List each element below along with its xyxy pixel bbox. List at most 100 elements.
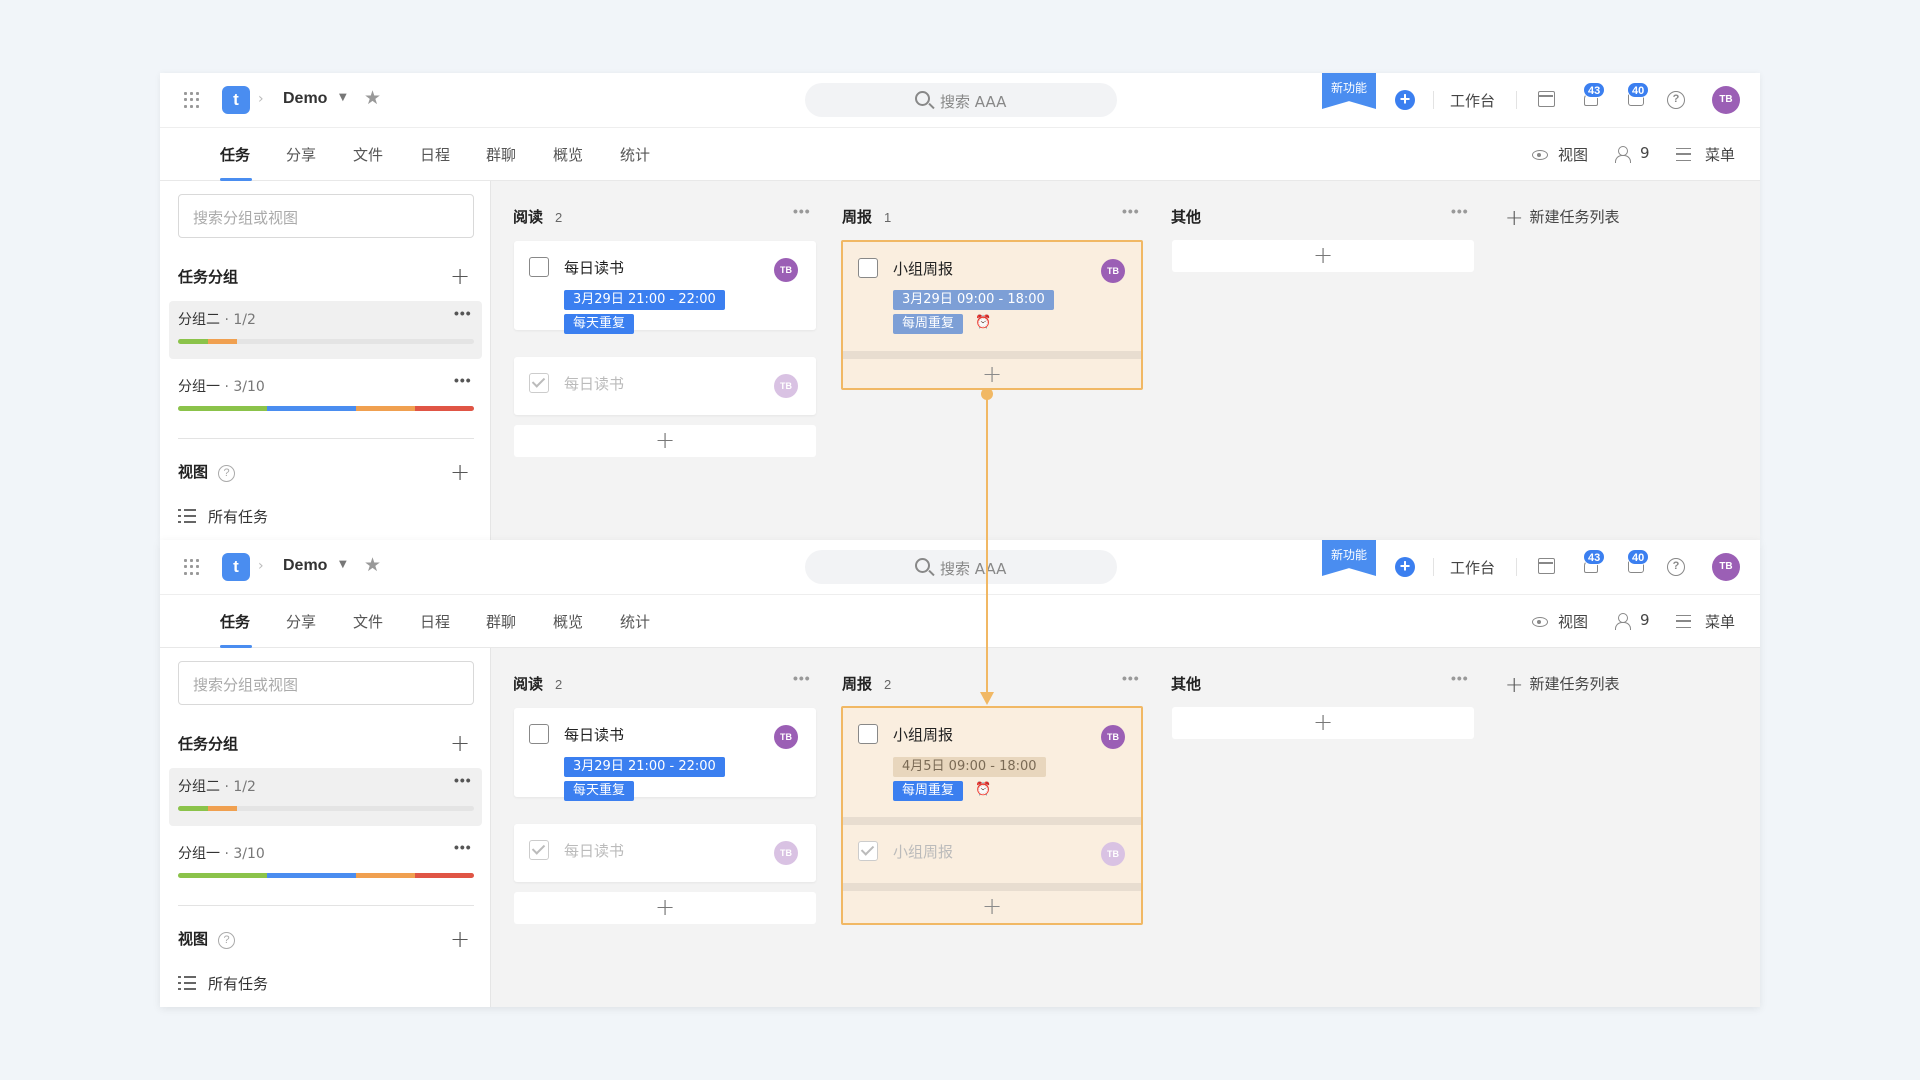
menu-button[interactable]: 菜单 [1705,611,1735,632]
more-icon[interactable]: ••• [454,772,472,788]
more-icon[interactable]: ••• [1451,203,1469,219]
new-feature-ribbon[interactable]: 新功能 [1322,73,1376,109]
menu-button[interactable]: 菜单 [1705,144,1735,165]
user-avatar[interactable]: TB [1712,553,1740,581]
add-view-icon[interactable]: + [450,460,470,484]
group-item[interactable]: 分组一 · 3/10 ••• [169,368,482,426]
add-task-button[interactable]: + [514,425,816,457]
star-icon[interactable]: ★ [364,87,381,109]
workbench-link[interactable]: 工作台 [1450,557,1495,578]
task-card-done[interactable]: 小组周报 TB [843,825,1141,883]
apps-grid-icon[interactable] [184,92,200,108]
add-group-icon[interactable]: + [450,264,470,288]
app-logo[interactable]: t [222,553,250,581]
group-search-input[interactable]: 搜索分组或视图 [178,194,474,238]
view-button[interactable]: 视图 [1558,611,1588,632]
caret-down-icon[interactable]: ▼ [339,559,347,570]
tab-group-chat[interactable]: 群聊 [486,144,516,165]
add-task-button[interactable]: + [843,359,1141,389]
add-circle-icon[interactable]: + [1395,90,1415,110]
column-header-weekly[interactable]: 周报 2 [842,673,891,694]
tab-group-chat[interactable]: 群聊 [486,611,516,632]
add-task-button[interactable]: + [1172,240,1474,272]
star-icon[interactable]: ★ [364,554,381,576]
task-checkbox[interactable] [858,258,878,278]
more-icon[interactable]: ••• [1451,670,1469,686]
members-count[interactable]: 9 [1640,611,1650,629]
add-circle-icon[interactable]: + [1395,557,1415,577]
task-checkbox-checked[interactable] [529,840,549,860]
column-header-reading[interactable]: 阅读 2 [513,206,562,227]
tab-statistics[interactable]: 统计 [620,611,650,632]
task-card-done[interactable]: 每日读书 TB [514,357,816,415]
assignee-avatar[interactable]: TB [774,374,798,398]
tab-schedule[interactable]: 日程 [420,144,450,165]
group-item[interactable]: 分组二 · 1/2 ••• [169,301,482,359]
tab-overview[interactable]: 概览 [553,144,583,165]
assignee-avatar[interactable]: TB [1101,259,1125,283]
view-button[interactable]: 视图 [1558,144,1588,165]
more-icon[interactable]: ••• [1122,670,1140,686]
new-task-list-button[interactable]: + 新建任务列表 [1505,206,1619,231]
eye-icon[interactable] [1532,617,1548,627]
more-icon[interactable]: ••• [454,839,472,855]
tab-files[interactable]: 文件 [353,611,383,632]
calendar-icon[interactable] [1538,558,1555,574]
menu-icon[interactable] [1676,615,1691,628]
column-header-reading[interactable]: 阅读 2 [513,673,562,694]
task-checkbox-checked[interactable] [529,373,549,393]
more-icon[interactable]: ••• [793,670,811,686]
tab-statistics[interactable]: 统计 [620,144,650,165]
tab-share[interactable]: 分享 [286,611,316,632]
more-icon[interactable]: ••• [454,305,472,321]
tab-schedule[interactable]: 日程 [420,611,450,632]
column-header-other[interactable]: 其他 [1171,206,1201,227]
assignee-avatar[interactable]: TB [1101,725,1125,749]
user-avatar[interactable]: TB [1712,86,1740,114]
tab-tasks[interactable]: 任务 [220,611,250,632]
assignee-avatar[interactable]: TB [774,841,798,865]
group-item[interactable]: 分组一 · 3/10 ••• [169,835,482,893]
column-header-weekly[interactable]: 周报 1 [842,206,891,227]
menu-icon[interactable] [1676,148,1691,161]
task-checkbox-checked[interactable] [858,841,878,861]
assignee-avatar[interactable]: TB [774,725,798,749]
workbench-link[interactable]: 工作台 [1450,90,1495,111]
add-group-icon[interactable]: + [450,731,470,755]
members-icon[interactable] [1615,146,1631,163]
eye-icon[interactable] [1532,150,1548,160]
add-view-icon[interactable]: + [450,927,470,951]
global-search[interactable]: 搜索 AAA [805,550,1117,584]
help-icon[interactable]: ? [1667,558,1685,576]
new-feature-ribbon[interactable]: 新功能 [1322,540,1376,576]
task-card[interactable]: 小组周报 TB 3月29日 09:00 - 18:00 每周重复 ⏰ [843,242,1141,351]
task-card[interactable]: 每日读书 TB 3月29日 21:00 - 22:00 每天重复 [514,241,816,334]
caret-down-icon[interactable]: ▼ [339,92,347,103]
more-icon[interactable]: ••• [793,203,811,219]
more-icon[interactable]: ••• [454,372,472,388]
calendar-icon[interactable] [1538,91,1555,107]
apps-grid-icon[interactable] [184,559,200,575]
all-tasks-view[interactable]: 所有任务 [208,973,268,994]
task-card[interactable]: 每日读书 TB 3月29日 21:00 - 22:00 每天重复 [514,708,816,801]
tab-files[interactable]: 文件 [353,144,383,165]
task-checkbox[interactable] [529,257,549,277]
app-logo[interactable]: t [222,86,250,114]
project-name[interactable]: Demo [283,90,327,108]
all-tasks-view[interactable]: 所有任务 [208,506,268,527]
more-icon[interactable]: ••• [1122,203,1140,219]
add-task-button[interactable]: + [514,892,816,924]
members-icon[interactable] [1615,613,1631,630]
help-icon[interactable]: ? [1667,91,1685,109]
column-header-other[interactable]: 其他 [1171,673,1201,694]
assignee-avatar[interactable]: TB [774,258,798,282]
task-card-done[interactable]: 每日读书 TB [514,824,816,882]
assignee-avatar[interactable]: TB [1101,842,1125,866]
members-count[interactable]: 9 [1640,144,1650,162]
task-checkbox[interactable] [858,724,878,744]
group-search-input[interactable]: 搜索分组或视图 [178,661,474,705]
tab-tasks[interactable]: 任务 [220,144,250,165]
tab-overview[interactable]: 概览 [553,611,583,632]
task-checkbox[interactable] [529,724,549,744]
project-name[interactable]: Demo [283,557,327,575]
